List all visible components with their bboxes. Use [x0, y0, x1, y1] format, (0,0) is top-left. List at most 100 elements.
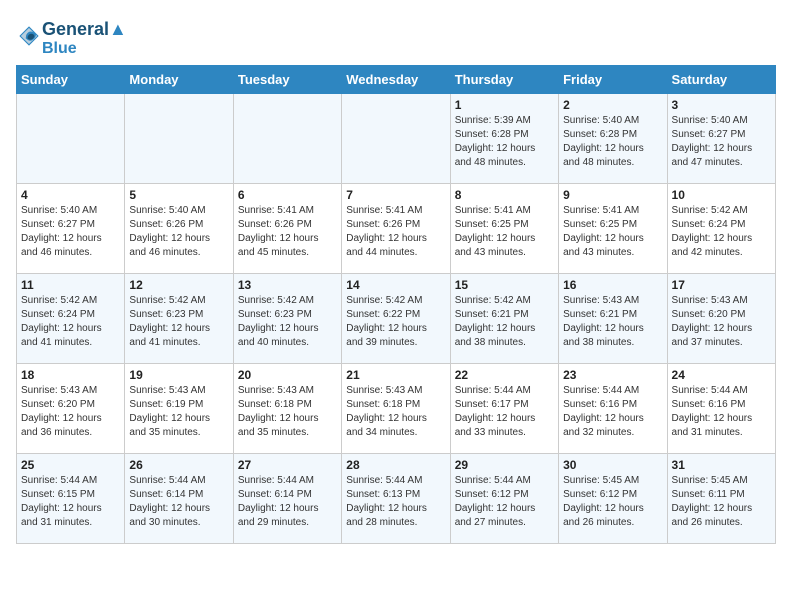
day-number: 28 [346, 458, 445, 472]
day-number: 26 [129, 458, 228, 472]
day-number: 24 [672, 368, 771, 382]
cell-info: Sunrise: 5:42 AM Sunset: 6:23 PM Dayligh… [129, 294, 228, 350]
col-header-wednesday: Wednesday [342, 66, 450, 94]
day-number: 31 [672, 458, 771, 472]
header: General▲ Blue [16, 16, 776, 57]
day-number: 12 [129, 278, 228, 292]
cell-info: Sunrise: 5:39 AM Sunset: 6:28 PM Dayligh… [455, 114, 554, 170]
cell-info: Sunrise: 5:42 AM Sunset: 6:23 PM Dayligh… [238, 294, 337, 350]
calendar-cell: 9Sunrise: 5:41 AM Sunset: 6:25 PM Daylig… [559, 184, 667, 274]
calendar-table: SundayMondayTuesdayWednesdayThursdayFrid… [16, 65, 776, 544]
cell-info: Sunrise: 5:44 AM Sunset: 6:16 PM Dayligh… [563, 384, 662, 440]
cell-info: Sunrise: 5:43 AM Sunset: 6:18 PM Dayligh… [238, 384, 337, 440]
cell-info: Sunrise: 5:41 AM Sunset: 6:25 PM Dayligh… [455, 204, 554, 260]
logo-text-line2: Blue [42, 40, 127, 58]
calendar-cell: 30 Sunrise: 5:45 AM Sunset: 6:12 PM Dayli… [559, 454, 667, 544]
calendar-week-2: 4 Sunrise: 5:40 AM Sunset: 6:27 PM Daylig… [17, 184, 776, 274]
day-number: 29 [455, 458, 554, 472]
calendar-week-3: 11 Sunrise: 5:42 AM Sunset: 6:24 PM Dayli… [17, 274, 776, 364]
calendar-cell: 4 Sunrise: 5:40 AM Sunset: 6:27 PM Daylig… [17, 184, 125, 274]
cell-info: Sunrise: 5:42 AM Sunset: 6:22 PM Dayligh… [346, 294, 445, 350]
day-number: 19 [129, 368, 228, 382]
calendar-cell: 24 Sunrise: 5:44 AM Sunset: 6:16 PM Dayli… [667, 364, 775, 454]
cell-info: Sunrise: 5:44 AM Sunset: 6:14 PM Dayligh… [238, 474, 337, 530]
calendar-week-5: 25 Sunrise: 5:44 AM Sunset: 6:15 PM Dayli… [17, 454, 776, 544]
day-number: 17 [672, 278, 771, 292]
day-number: 2 [563, 98, 662, 112]
cell-info: Sunrise: 5:40 AM Sunset: 6:26 PM Dayligh… [129, 204, 228, 260]
calendar-cell: 13 Sunrise: 5:42 AM Sunset: 6:23 PM Dayli… [233, 274, 341, 364]
calendar-cell [125, 94, 233, 184]
day-number: 8 [455, 188, 554, 202]
cell-info: Sunrise: 5:43 AM Sunset: 6:21 PM Dayligh… [563, 294, 662, 350]
day-number: 13 [238, 278, 337, 292]
calendar-cell: 2 Sunrise: 5:40 AM Sunset: 6:28 PM Daylig… [559, 94, 667, 184]
day-number: 27 [238, 458, 337, 472]
day-number: 21 [346, 368, 445, 382]
cell-info: Sunrise: 5:43 AM Sunset: 6:20 PM Dayligh… [21, 384, 120, 440]
day-number: 14 [346, 278, 445, 292]
cell-info: Sunrise: 5:45 AM Sunset: 6:12 PM Dayligh… [563, 474, 662, 530]
cell-info: Sunrise: 5:43 AM Sunset: 6:20 PM Dayligh… [672, 294, 771, 350]
calendar-cell [342, 94, 450, 184]
day-number: 11 [21, 278, 120, 292]
cell-info: Sunrise: 5:44 AM Sunset: 6:13 PM Dayligh… [346, 474, 445, 530]
cell-info: Sunrise: 5:40 AM Sunset: 6:27 PM Dayligh… [21, 204, 120, 260]
calendar-cell [233, 94, 341, 184]
calendar-cell: 3Sunrise: 5:40 AM Sunset: 6:27 PM Daylig… [667, 94, 775, 184]
calendar-cell: 28 Sunrise: 5:44 AM Sunset: 6:13 PM Dayli… [342, 454, 450, 544]
calendar-cell: 19 Sunrise: 5:43 AM Sunset: 6:19 PM Dayli… [125, 364, 233, 454]
cell-info: Sunrise: 5:40 AM Sunset: 6:27 PM Dayligh… [672, 114, 771, 170]
day-number: 4 [21, 188, 120, 202]
day-number: 23 [563, 368, 662, 382]
cell-info: Sunrise: 5:45 AM Sunset: 6:11 PM Dayligh… [672, 474, 771, 530]
calendar-cell: 23 Sunrise: 5:44 AM Sunset: 6:16 PM Dayli… [559, 364, 667, 454]
day-number: 25 [21, 458, 120, 472]
calendar-cell: 27 Sunrise: 5:44 AM Sunset: 6:14 PM Dayli… [233, 454, 341, 544]
day-number: 20 [238, 368, 337, 382]
calendar-cell: 20 Sunrise: 5:43 AM Sunset: 6:18 PM Dayli… [233, 364, 341, 454]
day-number: 7 [346, 188, 445, 202]
calendar-week-4: 18 Sunrise: 5:43 AM Sunset: 6:20 PM Dayli… [17, 364, 776, 454]
calendar-cell: 8 Sunrise: 5:41 AM Sunset: 6:25 PM Daylig… [450, 184, 558, 274]
calendar-cell: 26Sunrise: 5:44 AM Sunset: 6:14 PM Dayli… [125, 454, 233, 544]
day-number: 18 [21, 368, 120, 382]
calendar-cell: 21 Sunrise: 5:43 AM Sunset: 6:18 PM Dayli… [342, 364, 450, 454]
day-number: 22 [455, 368, 554, 382]
cell-info: Sunrise: 5:43 AM Sunset: 6:18 PM Dayligh… [346, 384, 445, 440]
col-header-tuesday: Tuesday [233, 66, 341, 94]
cell-info: Sunrise: 5:43 AM Sunset: 6:19 PM Dayligh… [129, 384, 228, 440]
cell-info: Sunrise: 5:44 AM Sunset: 6:12 PM Dayligh… [455, 474, 554, 530]
calendar-cell: 22 Sunrise: 5:44 AM Sunset: 6:17 PM Dayli… [450, 364, 558, 454]
col-header-friday: Friday [559, 66, 667, 94]
day-number: 1 [455, 98, 554, 112]
cell-info: Sunrise: 5:44 AM Sunset: 6:16 PM Dayligh… [672, 384, 771, 440]
col-header-monday: Monday [125, 66, 233, 94]
calendar-cell: 14 Sunrise: 5:42 AM Sunset: 6:22 PM Dayli… [342, 274, 450, 364]
calendar-cell: 10Sunrise: 5:42 AM Sunset: 6:24 PM Dayli… [667, 184, 775, 274]
day-number: 30 [563, 458, 662, 472]
logo-icon [18, 25, 40, 47]
calendar-cell: 31 Sunrise: 5:45 AM Sunset: 6:11 PM Dayli… [667, 454, 775, 544]
cell-info: Sunrise: 5:42 AM Sunset: 6:24 PM Dayligh… [672, 204, 771, 260]
calendar-cell: 15Sunrise: 5:42 AM Sunset: 6:21 PM Dayli… [450, 274, 558, 364]
cell-info: Sunrise: 5:40 AM Sunset: 6:28 PM Dayligh… [563, 114, 662, 170]
col-header-thursday: Thursday [450, 66, 558, 94]
logo-text-line1: General▲ [42, 20, 127, 40]
calendar-cell: 29 Sunrise: 5:44 AM Sunset: 6:12 PM Dayli… [450, 454, 558, 544]
cell-info: Sunrise: 5:42 AM Sunset: 6:24 PM Dayligh… [21, 294, 120, 350]
calendar-cell [17, 94, 125, 184]
cell-info: Sunrise: 5:44 AM Sunset: 6:17 PM Dayligh… [455, 384, 554, 440]
logo: General▲ Blue [16, 20, 127, 57]
calendar-cell: 5Sunrise: 5:40 AM Sunset: 6:26 PM Daylig… [125, 184, 233, 274]
day-number: 6 [238, 188, 337, 202]
cell-info: Sunrise: 5:44 AM Sunset: 6:15 PM Dayligh… [21, 474, 120, 530]
calendar-cell: 12 Sunrise: 5:42 AM Sunset: 6:23 PM Dayli… [125, 274, 233, 364]
calendar-cell: 17 Sunrise: 5:43 AM Sunset: 6:20 PM Dayli… [667, 274, 775, 364]
calendar-cell: 18 Sunrise: 5:43 AM Sunset: 6:20 PM Dayli… [17, 364, 125, 454]
calendar-cell: 16Sunrise: 5:43 AM Sunset: 6:21 PM Dayli… [559, 274, 667, 364]
cell-info: Sunrise: 5:41 AM Sunset: 6:26 PM Dayligh… [238, 204, 337, 260]
col-header-saturday: Saturday [667, 66, 775, 94]
calendar-cell: 7Sunrise: 5:41 AM Sunset: 6:26 PM Daylig… [342, 184, 450, 274]
day-number: 15 [455, 278, 554, 292]
